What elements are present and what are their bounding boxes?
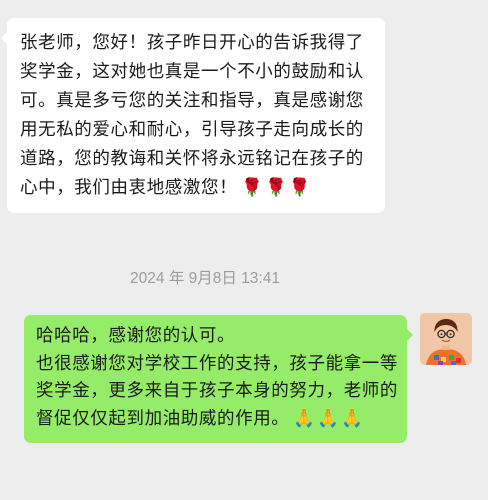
folded-hands-emoji-icon: 🙏🙏🙏 xyxy=(293,408,365,429)
incoming-message-bubble[interactable]: 张老师，您好！孩子昨日开心的告诉我得了奖学金，这对她也真是一个不小的鼓励和认可。… xyxy=(1,18,385,213)
teacher-avatar-icon[interactable] xyxy=(420,313,472,365)
incoming-message-text: 张老师，您好！孩子昨日开心的告诉我得了奖学金，这对她也真是一个不小的鼓励和认可。… xyxy=(20,33,364,198)
avatar-illustration xyxy=(420,313,472,365)
reply-first-line: 哈哈哈，感谢您的认可。 xyxy=(36,326,236,346)
outgoing-message-bubble[interactable]: 哈哈哈，感谢您的认可。 也很感谢您对学校工作的支持，孩子能拿一等奖学金，更多来自… xyxy=(24,315,413,443)
message-timestamp: 2024 年 9月8日 13:41 xyxy=(130,270,280,287)
rose-emoji-icon: 🌹🌹🌹 xyxy=(241,178,313,198)
